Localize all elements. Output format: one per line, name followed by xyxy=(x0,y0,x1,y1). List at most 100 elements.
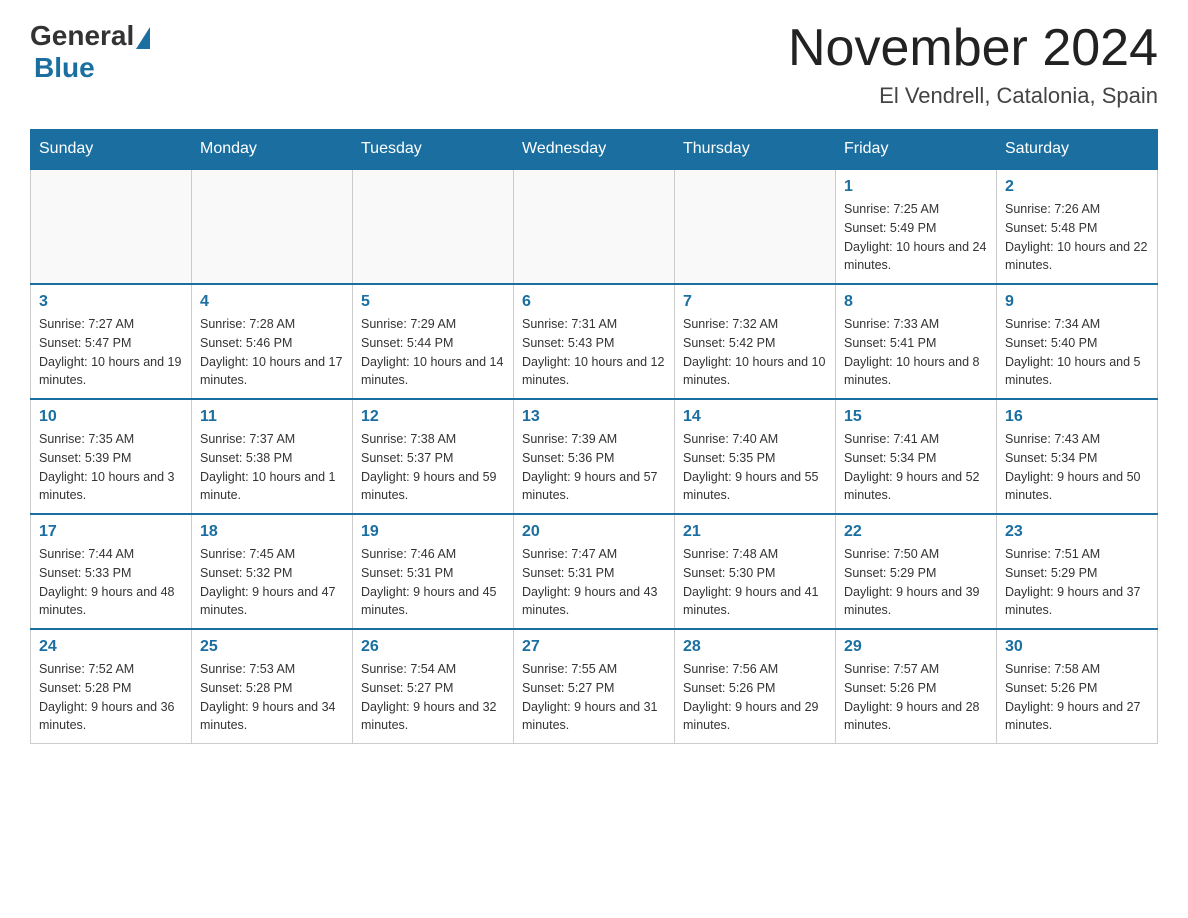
day-number: 19 xyxy=(361,523,505,541)
calendar-cell: 1Sunrise: 7:25 AMSunset: 5:49 PMDaylight… xyxy=(836,169,997,284)
logo: General Blue xyxy=(30,20,150,84)
day-number: 12 xyxy=(361,408,505,426)
day-info: Sunrise: 7:40 AMSunset: 5:35 PMDaylight:… xyxy=(683,430,827,505)
day-info: Sunrise: 7:31 AMSunset: 5:43 PMDaylight:… xyxy=(522,315,666,390)
calendar-body: 1Sunrise: 7:25 AMSunset: 5:49 PMDaylight… xyxy=(31,169,1158,744)
day-number: 13 xyxy=(522,408,666,426)
day-info: Sunrise: 7:57 AMSunset: 5:26 PMDaylight:… xyxy=(844,660,988,735)
calendar-cell: 25Sunrise: 7:53 AMSunset: 5:28 PMDayligh… xyxy=(192,629,353,744)
calendar-cell: 17 Sunrise: 7:44 AMSunset: 5:33 PMDayligh… xyxy=(31,514,192,629)
day-number: 21 xyxy=(683,523,827,541)
day-info: Sunrise: 7:27 AMSunset: 5:47 PMDaylight:… xyxy=(39,315,183,390)
day-info: Sunrise: 7:51 AMSunset: 5:29 PMDaylight:… xyxy=(1005,545,1149,620)
day-info: Sunrise: 7:48 AMSunset: 5:30 PMDaylight:… xyxy=(683,545,827,620)
calendar-table: SundayMondayTuesdayWednesdayThursdayFrid… xyxy=(30,129,1158,744)
calendar-week-row: 24Sunrise: 7:52 AMSunset: 5:28 PMDayligh… xyxy=(31,629,1158,744)
day-number: 9 xyxy=(1005,293,1149,311)
day-of-week-header-monday: Monday xyxy=(192,130,353,170)
day-info: Sunrise: 7:33 AMSunset: 5:41 PMDaylight:… xyxy=(844,315,988,390)
calendar-cell: 15Sunrise: 7:41 AMSunset: 5:34 PMDayligh… xyxy=(836,399,997,514)
day-number: 23 xyxy=(1005,523,1149,541)
calendar-cell: 7 Sunrise: 7:32 AMSunset: 5:42 PMDaylight… xyxy=(675,284,836,399)
day-number: 16 xyxy=(1005,408,1149,426)
day-info: Sunrise: 7:54 AMSunset: 5:27 PMDaylight:… xyxy=(361,660,505,735)
day-number: 30 xyxy=(1005,638,1149,656)
day-info: Sunrise: 7:39 AMSunset: 5:36 PMDaylight:… xyxy=(522,430,666,505)
calendar-week-row: 17 Sunrise: 7:44 AMSunset: 5:33 PMDayligh… xyxy=(31,514,1158,629)
day-of-week-header-saturday: Saturday xyxy=(997,130,1158,170)
day-number: 1 xyxy=(844,178,988,196)
logo-triangle-icon xyxy=(136,27,150,49)
calendar-cell xyxy=(31,169,192,284)
day-of-week-header-sunday: Sunday xyxy=(31,130,192,170)
day-info: Sunrise: 7:38 AMSunset: 5:37 PMDaylight:… xyxy=(361,430,505,505)
calendar-cell: 18Sunrise: 7:45 AMSunset: 5:32 PMDayligh… xyxy=(192,514,353,629)
calendar-cell: 20Sunrise: 7:47 AMSunset: 5:31 PMDayligh… xyxy=(514,514,675,629)
day-of-week-header-friday: Friday xyxy=(836,130,997,170)
calendar-cell: 14 Sunrise: 7:40 AMSunset: 5:35 PMDayligh… xyxy=(675,399,836,514)
calendar-cell: 28 Sunrise: 7:56 AMSunset: 5:26 PMDayligh… xyxy=(675,629,836,744)
calendar-week-row: 3 Sunrise: 7:27 AMSunset: 5:47 PMDaylight… xyxy=(31,284,1158,399)
day-number: 26 xyxy=(361,638,505,656)
day-number: 22 xyxy=(844,523,988,541)
calendar-cell: 16 Sunrise: 7:43 AMSunset: 5:34 PMDayligh… xyxy=(997,399,1158,514)
day-number: 14 xyxy=(683,408,827,426)
calendar-cell xyxy=(353,169,514,284)
day-of-week-header-thursday: Thursday xyxy=(675,130,836,170)
calendar-header-row: SundayMondayTuesdayWednesdayThursdayFrid… xyxy=(31,130,1158,170)
location-title: El Vendrell, Catalonia, Spain xyxy=(788,83,1158,109)
calendar-cell: 9 Sunrise: 7:34 AMSunset: 5:40 PMDaylight… xyxy=(997,284,1158,399)
calendar-cell: 27 Sunrise: 7:55 AMSunset: 5:27 PMDayligh… xyxy=(514,629,675,744)
month-title: November 2024 xyxy=(788,20,1158,77)
title-section: November 2024 El Vendrell, Catalonia, Sp… xyxy=(788,20,1158,109)
day-number: 6 xyxy=(522,293,666,311)
calendar-cell: 2 Sunrise: 7:26 AMSunset: 5:48 PMDaylight… xyxy=(997,169,1158,284)
day-info: Sunrise: 7:55 AMSunset: 5:27 PMDaylight:… xyxy=(522,660,666,735)
day-info: Sunrise: 7:47 AMSunset: 5:31 PMDaylight:… xyxy=(522,545,666,620)
logo-blue-text: Blue xyxy=(34,52,95,84)
calendar-cell: 23 Sunrise: 7:51 AMSunset: 5:29 PMDayligh… xyxy=(997,514,1158,629)
calendar-cell: 12 Sunrise: 7:38 AMSunset: 5:37 PMDayligh… xyxy=(353,399,514,514)
day-number: 29 xyxy=(844,638,988,656)
day-number: 25 xyxy=(200,638,344,656)
day-number: 10 xyxy=(39,408,183,426)
day-info: Sunrise: 7:43 AMSunset: 5:34 PMDaylight:… xyxy=(1005,430,1149,505)
day-info: Sunrise: 7:35 AMSunset: 5:39 PMDaylight:… xyxy=(39,430,183,505)
day-info: Sunrise: 7:44 AMSunset: 5:33 PMDaylight:… xyxy=(39,545,183,620)
calendar-cell: 10 Sunrise: 7:35 AMSunset: 5:39 PMDayligh… xyxy=(31,399,192,514)
day-info: Sunrise: 7:50 AMSunset: 5:29 PMDaylight:… xyxy=(844,545,988,620)
day-number: 11 xyxy=(200,408,344,426)
day-of-week-header-tuesday: Tuesday xyxy=(353,130,514,170)
day-info: Sunrise: 7:32 AMSunset: 5:42 PMDaylight:… xyxy=(683,315,827,390)
day-number: 3 xyxy=(39,293,183,311)
day-number: 24 xyxy=(39,638,183,656)
calendar-cell: 21 Sunrise: 7:48 AMSunset: 5:30 PMDayligh… xyxy=(675,514,836,629)
day-info: Sunrise: 7:58 AMSunset: 5:26 PMDaylight:… xyxy=(1005,660,1149,735)
day-number: 18 xyxy=(200,523,344,541)
day-number: 7 xyxy=(683,293,827,311)
calendar-cell: 29 Sunrise: 7:57 AMSunset: 5:26 PMDayligh… xyxy=(836,629,997,744)
calendar-cell: 22 Sunrise: 7:50 AMSunset: 5:29 PMDayligh… xyxy=(836,514,997,629)
day-number: 28 xyxy=(683,638,827,656)
calendar-cell: 19 Sunrise: 7:46 AMSunset: 5:31 PMDayligh… xyxy=(353,514,514,629)
day-info: Sunrise: 7:26 AMSunset: 5:48 PMDaylight:… xyxy=(1005,200,1149,275)
calendar-cell: 3 Sunrise: 7:27 AMSunset: 5:47 PMDaylight… xyxy=(31,284,192,399)
logo-general-text: General xyxy=(30,20,134,52)
day-info: Sunrise: 7:28 AMSunset: 5:46 PMDaylight:… xyxy=(200,315,344,390)
day-info: Sunrise: 7:34 AMSunset: 5:40 PMDaylight:… xyxy=(1005,315,1149,390)
calendar-cell: 24Sunrise: 7:52 AMSunset: 5:28 PMDayligh… xyxy=(31,629,192,744)
calendar-week-row: 10 Sunrise: 7:35 AMSunset: 5:39 PMDayligh… xyxy=(31,399,1158,514)
day-info: Sunrise: 7:56 AMSunset: 5:26 PMDaylight:… xyxy=(683,660,827,735)
calendar-cell: 13 Sunrise: 7:39 AMSunset: 5:36 PMDayligh… xyxy=(514,399,675,514)
day-info: Sunrise: 7:46 AMSunset: 5:31 PMDaylight:… xyxy=(361,545,505,620)
calendar-cell: 6 Sunrise: 7:31 AMSunset: 5:43 PMDaylight… xyxy=(514,284,675,399)
day-number: 2 xyxy=(1005,178,1149,196)
day-info: Sunrise: 7:29 AMSunset: 5:44 PMDaylight:… xyxy=(361,315,505,390)
day-number: 4 xyxy=(200,293,344,311)
calendar-cell xyxy=(192,169,353,284)
calendar-week-row: 1Sunrise: 7:25 AMSunset: 5:49 PMDaylight… xyxy=(31,169,1158,284)
day-of-week-header-wednesday: Wednesday xyxy=(514,130,675,170)
day-number: 27 xyxy=(522,638,666,656)
calendar-cell: 11Sunrise: 7:37 AMSunset: 5:38 PMDayligh… xyxy=(192,399,353,514)
day-number: 17 xyxy=(39,523,183,541)
